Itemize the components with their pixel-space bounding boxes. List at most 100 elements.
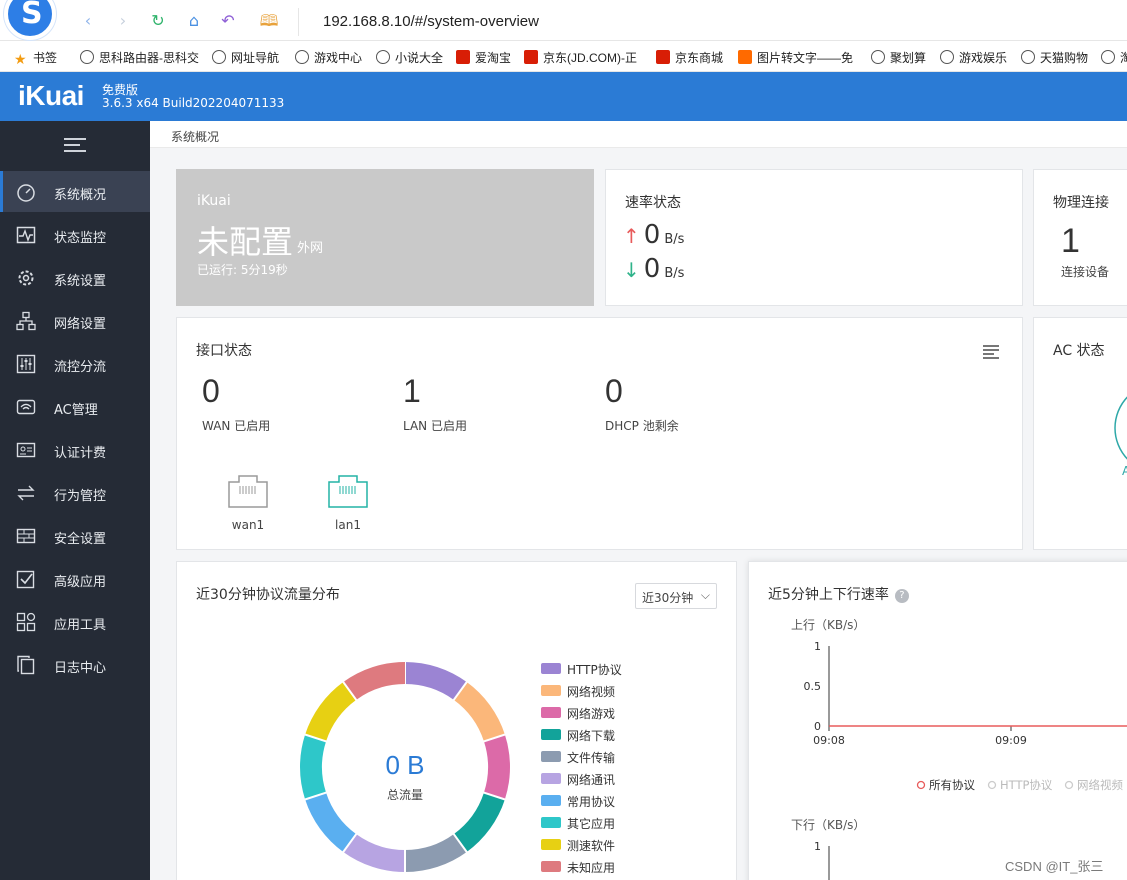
- forward-icon[interactable]: ›: [113, 11, 133, 31]
- dashboard-gauge-icon: [17, 184, 35, 202]
- sidebar-item-label: 认证计费: [54, 446, 107, 461]
- legend-item[interactable]: 网络视频: [541, 682, 651, 700]
- bookmark-item[interactable]: 小说大全: [376, 49, 443, 66]
- donut-segment[interactable]: [305, 792, 357, 852]
- x-tick-label: 09:08: [813, 734, 845, 747]
- legend-label: HTTP协议: [567, 663, 622, 677]
- bookmark-item[interactable]: 京东商城: [656, 49, 723, 66]
- legend-swatch: [541, 685, 561, 696]
- donut-segment[interactable]: [343, 662, 406, 701]
- bookmark-item[interactable]: 聚划算: [871, 49, 926, 66]
- browser-logo-icon[interactable]: [4, 0, 56, 40]
- sidebar-item[interactable]: 认证计费: [0, 429, 150, 470]
- donut-segment[interactable]: [305, 682, 357, 742]
- ethernet-port-icon[interactable]: [227, 474, 269, 509]
- legend-item[interactable]: 网络通讯: [541, 770, 651, 788]
- legend-item[interactable]: 网络下载: [541, 726, 651, 744]
- bookmark-item[interactable]: 京东(JD.COM)-正: [524, 49, 637, 66]
- bookmark-item[interactable]: ★ 书签: [14, 49, 57, 66]
- sidebar-item[interactable]: 系统设置: [0, 257, 150, 298]
- sidebar-item-label: 日志中心: [54, 661, 107, 676]
- legend-item[interactable]: 其它应用: [541, 814, 651, 832]
- upload-rate: ↑ 0 B/s: [623, 220, 684, 250]
- bookmark-item[interactable]: 图片转文字——免: [738, 49, 853, 66]
- bookmark-item[interactable]: 天猫购物: [1021, 49, 1088, 66]
- globe-icon: [376, 50, 390, 64]
- ethernet-port-connected-icon[interactable]: [327, 474, 369, 509]
- address-bar[interactable]: 192.168.8.10/#/system-overview: [298, 8, 1127, 36]
- sidebar-item[interactable]: 流控分流: [0, 343, 150, 384]
- bookmark-label: 图片转文字——免: [757, 51, 854, 65]
- donut-segment[interactable]: [343, 833, 406, 872]
- url-text[interactable]: 192.168.8.10/#/system-overview: [323, 13, 539, 30]
- list-menu-icon[interactable]: [983, 345, 999, 359]
- sidebar-item[interactable]: 状态监控: [0, 214, 150, 255]
- menu-collapse-icon[interactable]: [64, 138, 86, 154]
- breadcrumb-bar: 系统概况: [150, 121, 1127, 148]
- bookmark-item[interactable]: 网址导航: [212, 49, 279, 66]
- sidebar-item-label: 行为管控: [54, 489, 107, 504]
- bookmark-item[interactable]: 游戏娱乐: [940, 49, 1007, 66]
- sidebar-item[interactable]: 网络设置: [0, 300, 150, 341]
- sidebar: 系统概况状态监控系统设置网络设置流控分流 AC管理认证计费行为管控安全设置高级应用…: [0, 121, 150, 880]
- connected-device-label: 连接设备: [1061, 265, 1110, 279]
- download-rate-value: 0: [643, 254, 661, 284]
- undo-icon[interactable]: ↶: [218, 11, 238, 31]
- legend-item[interactable]: 常用协议: [541, 792, 651, 810]
- time-range-select[interactable]: 近30分钟 ⌵: [635, 583, 717, 609]
- donut-segment[interactable]: [453, 682, 505, 742]
- sidebar-item[interactable]: 日志中心: [0, 644, 150, 685]
- interface-status-card: 接口状态 0 WAN 已启用 1 LAN 已启用 0 DHCP 池剩余 wan1…: [176, 317, 1023, 550]
- legend-item[interactable]: 文件传输: [541, 748, 651, 766]
- globe-icon: [1101, 50, 1115, 64]
- legend-item[interactable]: 测速软件: [541, 836, 651, 854]
- legend-item[interactable]: 网络游戏: [541, 704, 651, 722]
- donut-segment[interactable]: [483, 734, 510, 800]
- sidebar-item-label: 状态监控: [54, 231, 107, 246]
- reader-book-icon[interactable]: 🕮: [259, 11, 279, 31]
- donut-segment[interactable]: [453, 792, 505, 852]
- uptime-text: 已运行: 5分19秒: [197, 263, 288, 277]
- upload-rate-unit: B/s: [664, 232, 685, 247]
- home-icon[interactable]: ⌂: [184, 11, 204, 31]
- sidebar-item-label: 系统概况: [54, 188, 107, 203]
- wan-enabled-label: WAN 已启用: [202, 419, 271, 433]
- sidebar-item[interactable]: 高级应用: [0, 558, 150, 599]
- port-label-lan1: lan1: [335, 518, 361, 532]
- bookmark-item[interactable]: 爱淘宝: [456, 49, 511, 66]
- legend-item[interactable]: 未知应用: [541, 858, 651, 876]
- ikuai-logo[interactable]: iKuai: [18, 80, 84, 112]
- sidebar-item[interactable]: 安全设置: [0, 515, 150, 556]
- legend-swatch: [541, 707, 561, 718]
- donut-segment[interactable]: [300, 734, 327, 800]
- do-icon: [738, 50, 752, 64]
- legend-swatch: [541, 663, 561, 674]
- globe-icon: [212, 50, 226, 64]
- port-label-wan1: wan1: [231, 518, 265, 532]
- bookmark-item[interactable]: 思科路由器-思科交: [80, 49, 199, 66]
- sidebar-item[interactable]: AC管理: [0, 386, 150, 427]
- legend-item[interactable]: HTTP协议: [541, 660, 651, 678]
- legend-swatch: [541, 817, 561, 828]
- refresh-icon[interactable]: ↻: [148, 11, 168, 31]
- connected-device-count: 1: [1061, 222, 1080, 260]
- version-label: 3.6.3 x64 Build202204071133: [102, 96, 285, 110]
- sidebar-item[interactable]: 应用工具: [0, 601, 150, 642]
- speed-legend-label: 所有协议: [929, 778, 975, 792]
- wan-brand-label: iKuai: [197, 193, 231, 209]
- help-icon[interactable]: ?: [894, 589, 909, 603]
- donut-segment[interactable]: [404, 662, 467, 701]
- sidebar-item[interactable]: 系统概况: [0, 171, 150, 212]
- ac-status-ring: [1114, 396, 1127, 460]
- download-rate-unit: B/s: [664, 266, 685, 281]
- sidebar-item[interactable]: 行为管控: [0, 472, 150, 513]
- sidebar-item-label: 安全设置: [54, 532, 107, 547]
- back-icon[interactable]: ‹: [78, 11, 98, 31]
- sidebar-item-label: 系统设置: [54, 274, 107, 289]
- wan-status-text: 未配置: [197, 223, 294, 261]
- bookmark-item[interactable]: 淘: [1101, 49, 1127, 66]
- apps-grid-icon: [16, 612, 36, 632]
- bookmark-item[interactable]: 游戏中心: [295, 49, 362, 66]
- donut-segment[interactable]: [404, 833, 467, 872]
- sidebar-item-label: 网络设置: [54, 317, 107, 332]
